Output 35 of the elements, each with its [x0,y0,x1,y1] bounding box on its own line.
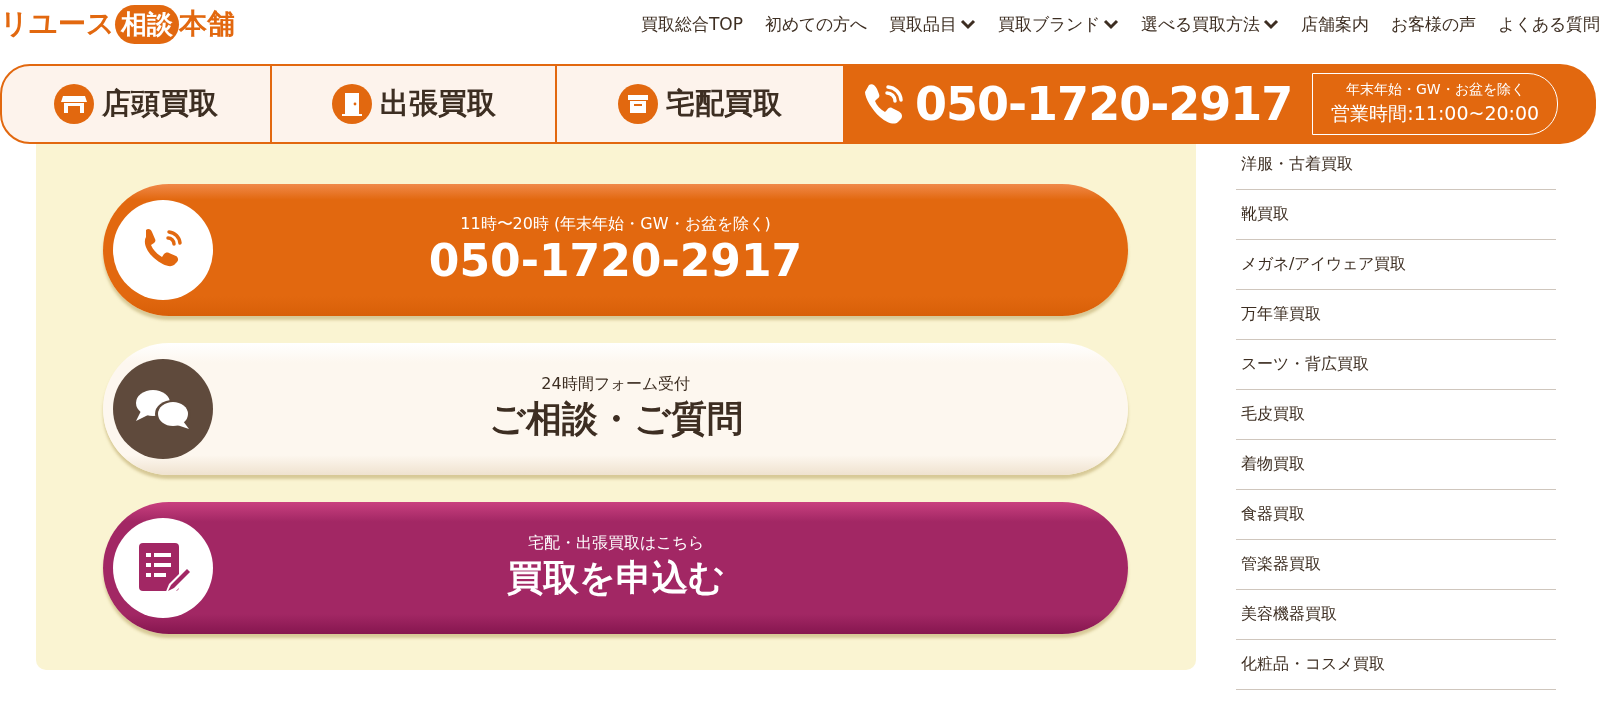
nav-link[interactable]: 初めての方へ [765,12,867,36]
chevron-down-icon [960,18,976,30]
sidebar-link[interactable]: 洋服・古着買取 [1236,140,1556,190]
hours-note: 年末年始・GW・お盆を除く [1345,81,1525,99]
nav-link[interactable]: 買取総合TOP [640,12,743,36]
business-hours: 営業時間:11:00~20:00 [1331,101,1540,126]
sidebar-link[interactable]: 着物買取 [1236,440,1556,490]
sidebar-link[interactable]: 食器買取 [1236,490,1556,540]
nav-link[interactable]: よくある質問 [1498,12,1600,36]
method-tab[interactable]: 宅配買取 [557,64,845,144]
speech-bubbles-icon [113,359,213,459]
nav-link[interactable]: 店舗案内 [1301,12,1369,36]
sidebar-link[interactable]: 万年筆買取 [1236,290,1556,340]
door-icon [331,84,372,124]
sidebar-link[interactable]: 毛皮買取 [1236,390,1556,440]
form-edit-icon [113,518,213,618]
nav-link[interactable]: 買取品目 [889,12,976,36]
phone-icon [113,200,213,300]
sidebar-link[interactable]: 管楽器買取 [1236,540,1556,590]
sidebar-link[interactable]: メガネ/アイウェア買取 [1236,240,1556,290]
contact-button[interactable]: 24時間フォーム受付 ご相談・ご質問 [103,343,1128,475]
sidebar-link[interactable]: スーツ・背広買取 [1236,340,1556,390]
nav-link[interactable]: 選べる買取方法 [1141,12,1279,36]
method-tab[interactable]: 店頭買取 [0,64,272,144]
shop-icon [54,84,94,124]
box-icon [618,84,658,124]
method-tab[interactable]: 出張買取 [272,64,557,144]
sidebar-link[interactable]: 美容機器買取 [1236,590,1556,640]
nav-link[interactable]: お客様の声 [1391,12,1476,36]
sidebar-link[interactable]: 靴買取 [1236,190,1556,240]
contact-button[interactable]: 宅配・出張買取はこちら 買取を申込む [103,502,1128,634]
nav-link[interactable]: 買取ブランド [998,12,1119,36]
sidebar-link[interactable]: 化粧品・コスメ買取 [1236,640,1556,690]
chevron-down-icon [1263,18,1279,30]
chevron-down-icon [1103,18,1119,30]
